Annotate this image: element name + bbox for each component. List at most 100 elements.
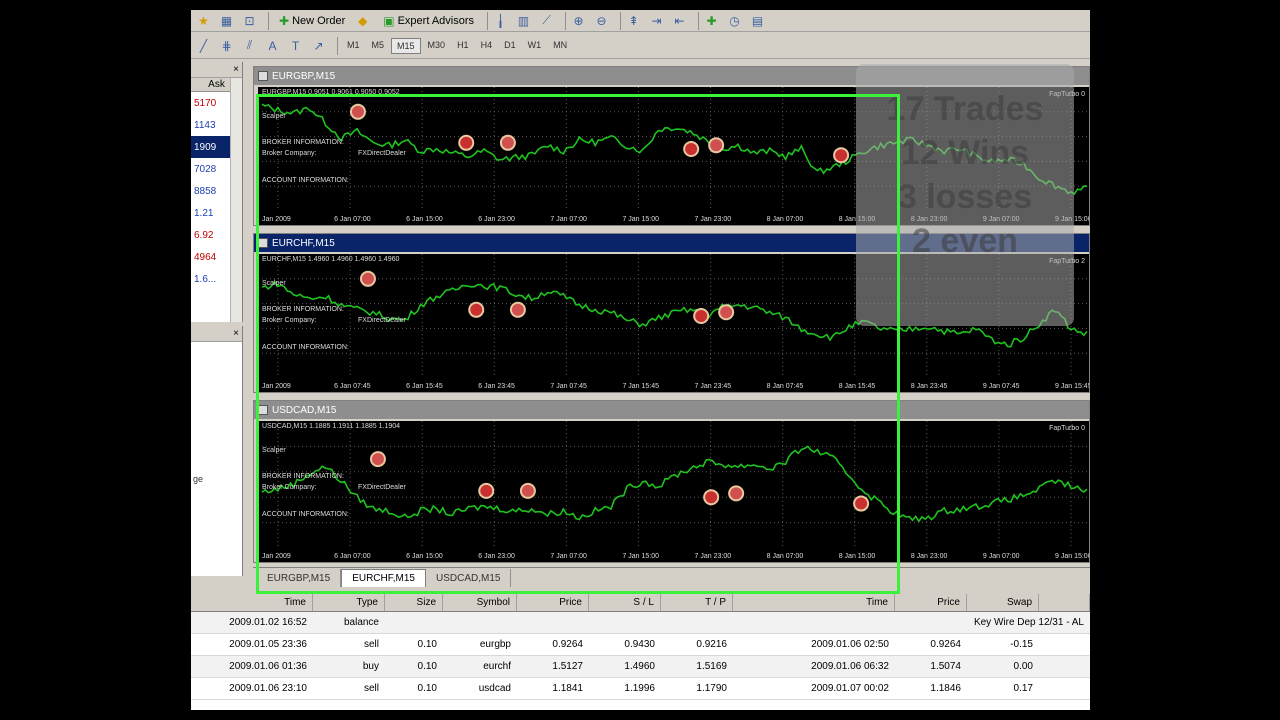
table-row[interactable]: 2009.01.02 16:52 balance Key Wire Dep 12/3…	[191, 612, 1090, 634]
timeframe-w1-button[interactable]: W1	[523, 38, 547, 54]
zoom-window-icon[interactable]: ⊡	[241, 12, 261, 30]
table-cell: 1.5127	[552, 661, 583, 672]
table-row[interactable]: 2009.01.05 23:36 sell 0.10 eurgbp 0.9264 0.94…	[191, 634, 1090, 656]
market-watch-scrollbar[interactable]	[230, 78, 242, 322]
trade-marker[interactable]	[708, 137, 725, 154]
trade-marker[interactable]	[509, 301, 526, 318]
chart-tab-usdcad[interactable]: USDCAD,M15	[426, 569, 512, 587]
candlestick-icon[interactable]: ▥	[515, 12, 535, 30]
close-icon[interactable]: ×	[233, 328, 239, 339]
time-axis-tick: Jan 2009	[262, 216, 291, 223]
expert-advisors-button[interactable]: ▣ Expert Advisors	[377, 12, 480, 30]
chart-title-bar[interactable]: USDCAD,M15	[254, 401, 1089, 419]
chart-tab-eurgbp[interactable]: EURGBP,M15	[257, 569, 342, 587]
table-row[interactable]: 2009.01.06 23:10 sell 0.10 usdcad 1.1841 1.19…	[191, 678, 1090, 700]
tile-windows-icon[interactable]: ⇞	[625, 12, 645, 30]
chart-tab-eurchf[interactable]: EURCHF,M15	[341, 569, 426, 587]
text-tool-icon[interactable]: A	[264, 37, 284, 55]
trade-marker[interactable]	[833, 147, 850, 164]
timeframe-mn-button[interactable]: MN	[548, 38, 572, 54]
time-axis-tick: 8 Jan 07:00	[766, 216, 804, 223]
zoom-out-icon[interactable]: ⊖	[593, 12, 613, 30]
line-tool-icon[interactable]: ╱	[195, 37, 215, 55]
time-axis-tick: 7 Jan 15:00	[622, 216, 660, 223]
trade-marker[interactable]	[519, 482, 536, 499]
alert-icon[interactable]: ◆	[354, 12, 374, 30]
market-watch-header: ×	[191, 62, 242, 78]
stat-trades: 17 Trades	[886, 90, 1044, 128]
time-axis-tick: 7 Jan 07:00	[550, 216, 587, 223]
table-cell: -0.15	[1010, 639, 1033, 650]
periods-icon[interactable]: ◷	[726, 12, 746, 30]
column-header[interactable]: Time	[191, 594, 313, 611]
timeframe-h1-button[interactable]: H1	[452, 38, 474, 54]
trade-marker[interactable]	[369, 451, 386, 468]
zoom-in-icon[interactable]: ⊕	[570, 12, 590, 30]
timeframe-m1-button[interactable]: M1	[342, 38, 365, 54]
table-cell: 1.4960	[624, 661, 655, 672]
trade-marker[interactable]	[853, 495, 870, 512]
price-chart[interactable]: USDCAD,M15 1.1885 1.1911 1.1885 1.1904 Fa…	[258, 421, 1089, 562]
new-order-button[interactable]: ✚ New Order	[273, 12, 351, 30]
time-axis-tick: 7 Jan 15:00	[622, 553, 660, 560]
chart-window-usdcad[interactable]: USDCAD,M15 USDCAD,M15 1.1885 1.1911 1.18…	[253, 400, 1090, 563]
trade-marker[interactable]	[349, 103, 366, 120]
column-header[interactable]: Size	[385, 594, 443, 611]
column-header[interactable]: Swap	[967, 594, 1039, 611]
trade-marker[interactable]	[478, 482, 495, 499]
navigator-item-fragment[interactable]: ge	[193, 474, 203, 484]
line-chart-icon[interactable]: ⟋	[538, 12, 558, 30]
new-chart-icon[interactable]: ★	[195, 12, 215, 30]
column-header[interactable]: Price	[895, 594, 967, 611]
trade-marker[interactable]	[683, 141, 700, 157]
time-axis-tick: 7 Jan 07:45	[550, 383, 587, 390]
column-header[interactable]: Type	[313, 594, 385, 611]
arrows-tool-icon[interactable]: ↗	[310, 37, 330, 55]
channel-tool-icon[interactable]: ⫽	[241, 37, 261, 55]
chart-symbol-header: USDCAD,M15 1.1885 1.1911 1.1885 1.1904	[262, 423, 401, 430]
table-cell: 1.1841	[552, 683, 583, 694]
time-axis-tick: Jan 2009	[262, 553, 291, 560]
cell-type: balance	[343, 617, 379, 628]
column-header[interactable]: T / P	[661, 594, 733, 611]
table-row[interactable]: 2009.01.06 01:36 buy 0.10 eurchf 1.5127 1.496…	[191, 656, 1090, 678]
fibo-tool-icon[interactable]: ⋕	[218, 37, 238, 55]
navigator-panel: × ge	[191, 326, 243, 576]
table-cell: 1.1846	[930, 683, 961, 694]
column-header[interactable]: Price	[517, 594, 589, 611]
timeframe-h4-button[interactable]: H4	[476, 38, 498, 54]
trade-marker[interactable]	[468, 301, 485, 318]
close-icon[interactable]: ×	[233, 64, 239, 75]
label-tool-icon[interactable]: T	[287, 37, 307, 55]
timeframe-d1-button[interactable]: D1	[499, 38, 521, 54]
trade-marker[interactable]	[718, 304, 735, 321]
chart-window-icon	[258, 238, 268, 248]
trade-marker[interactable]	[728, 485, 745, 502]
table-cell: 0.9216	[696, 639, 727, 650]
scalper-label: Scalper	[262, 280, 286, 287]
trade-marker[interactable]	[693, 308, 710, 324]
trade-marker[interactable]	[359, 270, 376, 287]
timeframe-m5-button[interactable]: M5	[367, 38, 390, 54]
timeframe-m15-button[interactable]: M15	[391, 37, 421, 54]
chart-shift-icon[interactable]: ⇥	[648, 12, 668, 30]
bar-chart-icon[interactable]: ╽	[492, 12, 512, 30]
table-cell: eurchf	[483, 661, 511, 672]
indicators-icon[interactable]: ✚	[703, 12, 723, 30]
trade-marker[interactable]	[499, 134, 516, 151]
column-header[interactable]: Time	[733, 594, 895, 611]
trade-marker[interactable]	[703, 489, 720, 506]
table-cell: 0.00	[1013, 661, 1033, 672]
table-cell: eurgbp	[479, 639, 511, 650]
column-header[interactable]: Symbol	[443, 594, 517, 611]
time-axis-tick: 8 Jan 23:45	[910, 383, 948, 390]
trade-marker[interactable]	[458, 134, 475, 151]
broker-company-label: Broker Company:	[262, 150, 317, 157]
column-header[interactable]: S / L	[589, 594, 661, 611]
profiles-icon[interactable]: ▦	[218, 12, 238, 30]
timeframe-m30-button[interactable]: M30	[423, 38, 451, 54]
time-axis-tick: 6 Jan 07:00	[334, 216, 371, 223]
market-watch-panel: × Ask 5170 1143 1909 7028 8858 1.21 6.92 4964 1.…	[191, 62, 243, 322]
autoscroll-icon[interactable]: ⇤	[671, 12, 691, 30]
templates-icon[interactable]: ▤	[749, 12, 769, 30]
